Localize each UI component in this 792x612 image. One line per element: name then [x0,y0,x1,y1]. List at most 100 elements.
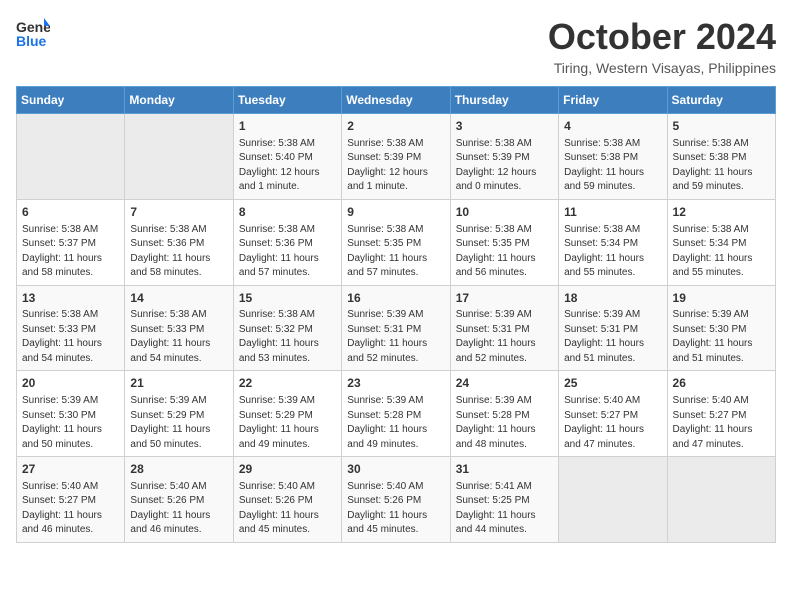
calendar-week-row: 20 Sunrise: 5:39 AM Sunset: 5:30 PM Dayli… [17,371,776,457]
day-number: 29 [239,461,336,478]
day-info: Sunrise: 5:40 AM Sunset: 5:27 PM Dayligh… [673,394,770,452]
day-info: Sunrise: 5:39 AM Sunset: 5:30 PM Dayligh… [22,394,119,452]
day-info: Sunrise: 5:38 AM Sunset: 5:33 PM Dayligh… [130,308,227,366]
calendar-day-cell: 2 Sunrise: 5:38 AM Sunset: 5:39 PM Daylig… [342,114,450,200]
day-info: Sunrise: 5:38 AM Sunset: 5:34 PM Dayligh… [673,223,770,281]
calendar-week-row: 1 Sunrise: 5:38 AM Sunset: 5:40 PM Daylig… [17,114,776,200]
location-title: Tiring, Western Visayas, Philippines [548,60,776,76]
day-info: Sunrise: 5:39 AM Sunset: 5:30 PM Dayligh… [673,308,770,366]
day-number: 16 [347,290,444,307]
calendar-day-cell: 23Sunrise: 5:39 AM Sunset: 5:28 PM Dayli… [342,371,450,457]
calendar-day-cell: 12 Sunrise: 5:38 AM Sunset: 5:34 PM Dayli… [667,199,775,285]
calendar-day-cell: 10Sunrise: 5:38 AM Sunset: 5:35 PM Dayli… [450,199,558,285]
day-info: Sunrise: 5:41 AM Sunset: 5:25 PM Dayligh… [456,480,553,538]
day-info: Sunrise: 5:38 AM Sunset: 5:33 PM Dayligh… [22,308,119,366]
weekday-header-sunday: Sunday [17,87,125,114]
title-area: October 2024 Tiring, Western Visayas, Ph… [548,16,776,76]
day-info: Sunrise: 5:38 AM Sunset: 5:36 PM Dayligh… [130,223,227,281]
day-info: Sunrise: 5:40 AM Sunset: 5:27 PM Dayligh… [564,394,661,452]
calendar-day-cell: 30Sunrise: 5:40 AM Sunset: 5:26 PM Dayli… [342,457,450,543]
day-info: Sunrise: 5:38 AM Sunset: 5:35 PM Dayligh… [347,223,444,281]
day-number: 9 [347,204,444,221]
calendar-day-cell: 28 Sunrise: 5:40 AM Sunset: 5:26 PM Dayli… [125,457,233,543]
day-info: Sunrise: 5:40 AM Sunset: 5:26 PM Dayligh… [130,480,227,538]
day-number: 15 [239,290,336,307]
calendar-week-row: 6 Sunrise: 5:38 AM Sunset: 5:37 PM Daylig… [17,199,776,285]
calendar-day-cell: 7 Sunrise: 5:38 AM Sunset: 5:36 PM Daylig… [125,199,233,285]
day-number: 8 [239,204,336,221]
day-number: 13 [22,290,119,307]
calendar-day-cell: 21 Sunrise: 5:39 AM Sunset: 5:29 PM Dayli… [125,371,233,457]
calendar-day-cell: 6 Sunrise: 5:38 AM Sunset: 5:37 PM Daylig… [17,199,125,285]
calendar-day-cell [667,457,775,543]
day-info: Sunrise: 5:39 AM Sunset: 5:29 PM Dayligh… [239,394,336,452]
logo-icon: General Blue [16,16,50,52]
day-info: Sunrise: 5:39 AM Sunset: 5:31 PM Dayligh… [347,308,444,366]
calendar-day-cell: 29 Sunrise: 5:40 AM Sunset: 5:26 PM Dayli… [233,457,341,543]
day-number: 24 [456,375,553,392]
calendar-day-cell: 15Sunrise: 5:38 AM Sunset: 5:32 PM Dayli… [233,285,341,371]
calendar-day-cell: 16Sunrise: 5:39 AM Sunset: 5:31 PM Dayli… [342,285,450,371]
calendar-day-cell: 17Sunrise: 5:39 AM Sunset: 5:31 PM Dayli… [450,285,558,371]
day-info: Sunrise: 5:39 AM Sunset: 5:31 PM Dayligh… [564,308,661,366]
calendar-day-cell: 24Sunrise: 5:39 AM Sunset: 5:28 PM Dayli… [450,371,558,457]
day-info: Sunrise: 5:38 AM Sunset: 5:39 PM Dayligh… [456,137,553,195]
day-number: 2 [347,118,444,135]
weekday-header-tuesday: Tuesday [233,87,341,114]
day-number: 14 [130,290,227,307]
day-info: Sunrise: 5:39 AM Sunset: 5:31 PM Dayligh… [456,308,553,366]
calendar-day-cell: 3Sunrise: 5:38 AM Sunset: 5:39 PM Daylig… [450,114,558,200]
calendar-day-cell: 9 Sunrise: 5:38 AM Sunset: 5:35 PM Daylig… [342,199,450,285]
day-info: Sunrise: 5:40 AM Sunset: 5:27 PM Dayligh… [22,480,119,538]
logo-area: General Blue [16,16,50,52]
calendar-day-cell: 8 Sunrise: 5:38 AM Sunset: 5:36 PM Daylig… [233,199,341,285]
day-number: 1 [239,118,336,135]
day-number: 25 [564,375,661,392]
day-info: Sunrise: 5:38 AM Sunset: 5:32 PM Dayligh… [239,308,336,366]
calendar-day-cell: 11 Sunrise: 5:38 AM Sunset: 5:34 PM Dayli… [559,199,667,285]
calendar-day-cell [559,457,667,543]
calendar-week-row: 27 Sunrise: 5:40 AM Sunset: 5:27 PM Dayli… [17,457,776,543]
day-info: Sunrise: 5:38 AM Sunset: 5:40 PM Dayligh… [239,137,336,195]
day-number: 20 [22,375,119,392]
calendar-day-cell: 4 Sunrise: 5:38 AM Sunset: 5:38 PM Daylig… [559,114,667,200]
day-info: Sunrise: 5:38 AM Sunset: 5:35 PM Dayligh… [456,223,553,281]
calendar-day-cell: 26 Sunrise: 5:40 AM Sunset: 5:27 PM Dayli… [667,371,775,457]
weekday-header-saturday: Saturday [667,87,775,114]
day-number: 5 [673,118,770,135]
day-info: Sunrise: 5:38 AM Sunset: 5:37 PM Dayligh… [22,223,119,281]
day-number: 7 [130,204,227,221]
day-number: 4 [564,118,661,135]
calendar-day-cell: 5 Sunrise: 5:38 AM Sunset: 5:38 PM Daylig… [667,114,775,200]
day-info: Sunrise: 5:38 AM Sunset: 5:38 PM Dayligh… [673,137,770,195]
calendar-day-cell: 18Sunrise: 5:39 AM Sunset: 5:31 PM Dayli… [559,285,667,371]
day-number: 18 [564,290,661,307]
day-info: Sunrise: 5:38 AM Sunset: 5:38 PM Dayligh… [564,137,661,195]
day-info: Sunrise: 5:38 AM Sunset: 5:36 PM Dayligh… [239,223,336,281]
day-info: Sunrise: 5:38 AM Sunset: 5:39 PM Dayligh… [347,137,444,195]
day-number: 11 [564,204,661,221]
day-info: Sunrise: 5:40 AM Sunset: 5:26 PM Dayligh… [239,480,336,538]
day-number: 21 [130,375,227,392]
day-number: 17 [456,290,553,307]
day-number: 12 [673,204,770,221]
day-info: Sunrise: 5:40 AM Sunset: 5:26 PM Dayligh… [347,480,444,538]
day-number: 26 [673,375,770,392]
day-info: Sunrise: 5:39 AM Sunset: 5:29 PM Dayligh… [130,394,227,452]
day-number: 28 [130,461,227,478]
calendar-week-row: 13Sunrise: 5:38 AM Sunset: 5:33 PM Dayli… [17,285,776,371]
calendar-day-cell: 20 Sunrise: 5:39 AM Sunset: 5:30 PM Dayli… [17,371,125,457]
month-title: October 2024 [548,16,776,58]
weekday-header-friday: Friday [559,87,667,114]
weekday-header-wednesday: Wednesday [342,87,450,114]
day-number: 6 [22,204,119,221]
page-header: General Blue October 2024 Tiring, Wester… [16,16,776,76]
calendar-day-cell: 1 Sunrise: 5:38 AM Sunset: 5:40 PM Daylig… [233,114,341,200]
calendar-header-row: SundayMondayTuesdayWednesdayThursdayFrid… [17,87,776,114]
calendar-table: SundayMondayTuesdayWednesdayThursdayFrid… [16,86,776,543]
calendar-day-cell: 13Sunrise: 5:38 AM Sunset: 5:33 PM Dayli… [17,285,125,371]
weekday-header-thursday: Thursday [450,87,558,114]
day-number: 27 [22,461,119,478]
day-info: Sunrise: 5:38 AM Sunset: 5:34 PM Dayligh… [564,223,661,281]
day-number: 22 [239,375,336,392]
